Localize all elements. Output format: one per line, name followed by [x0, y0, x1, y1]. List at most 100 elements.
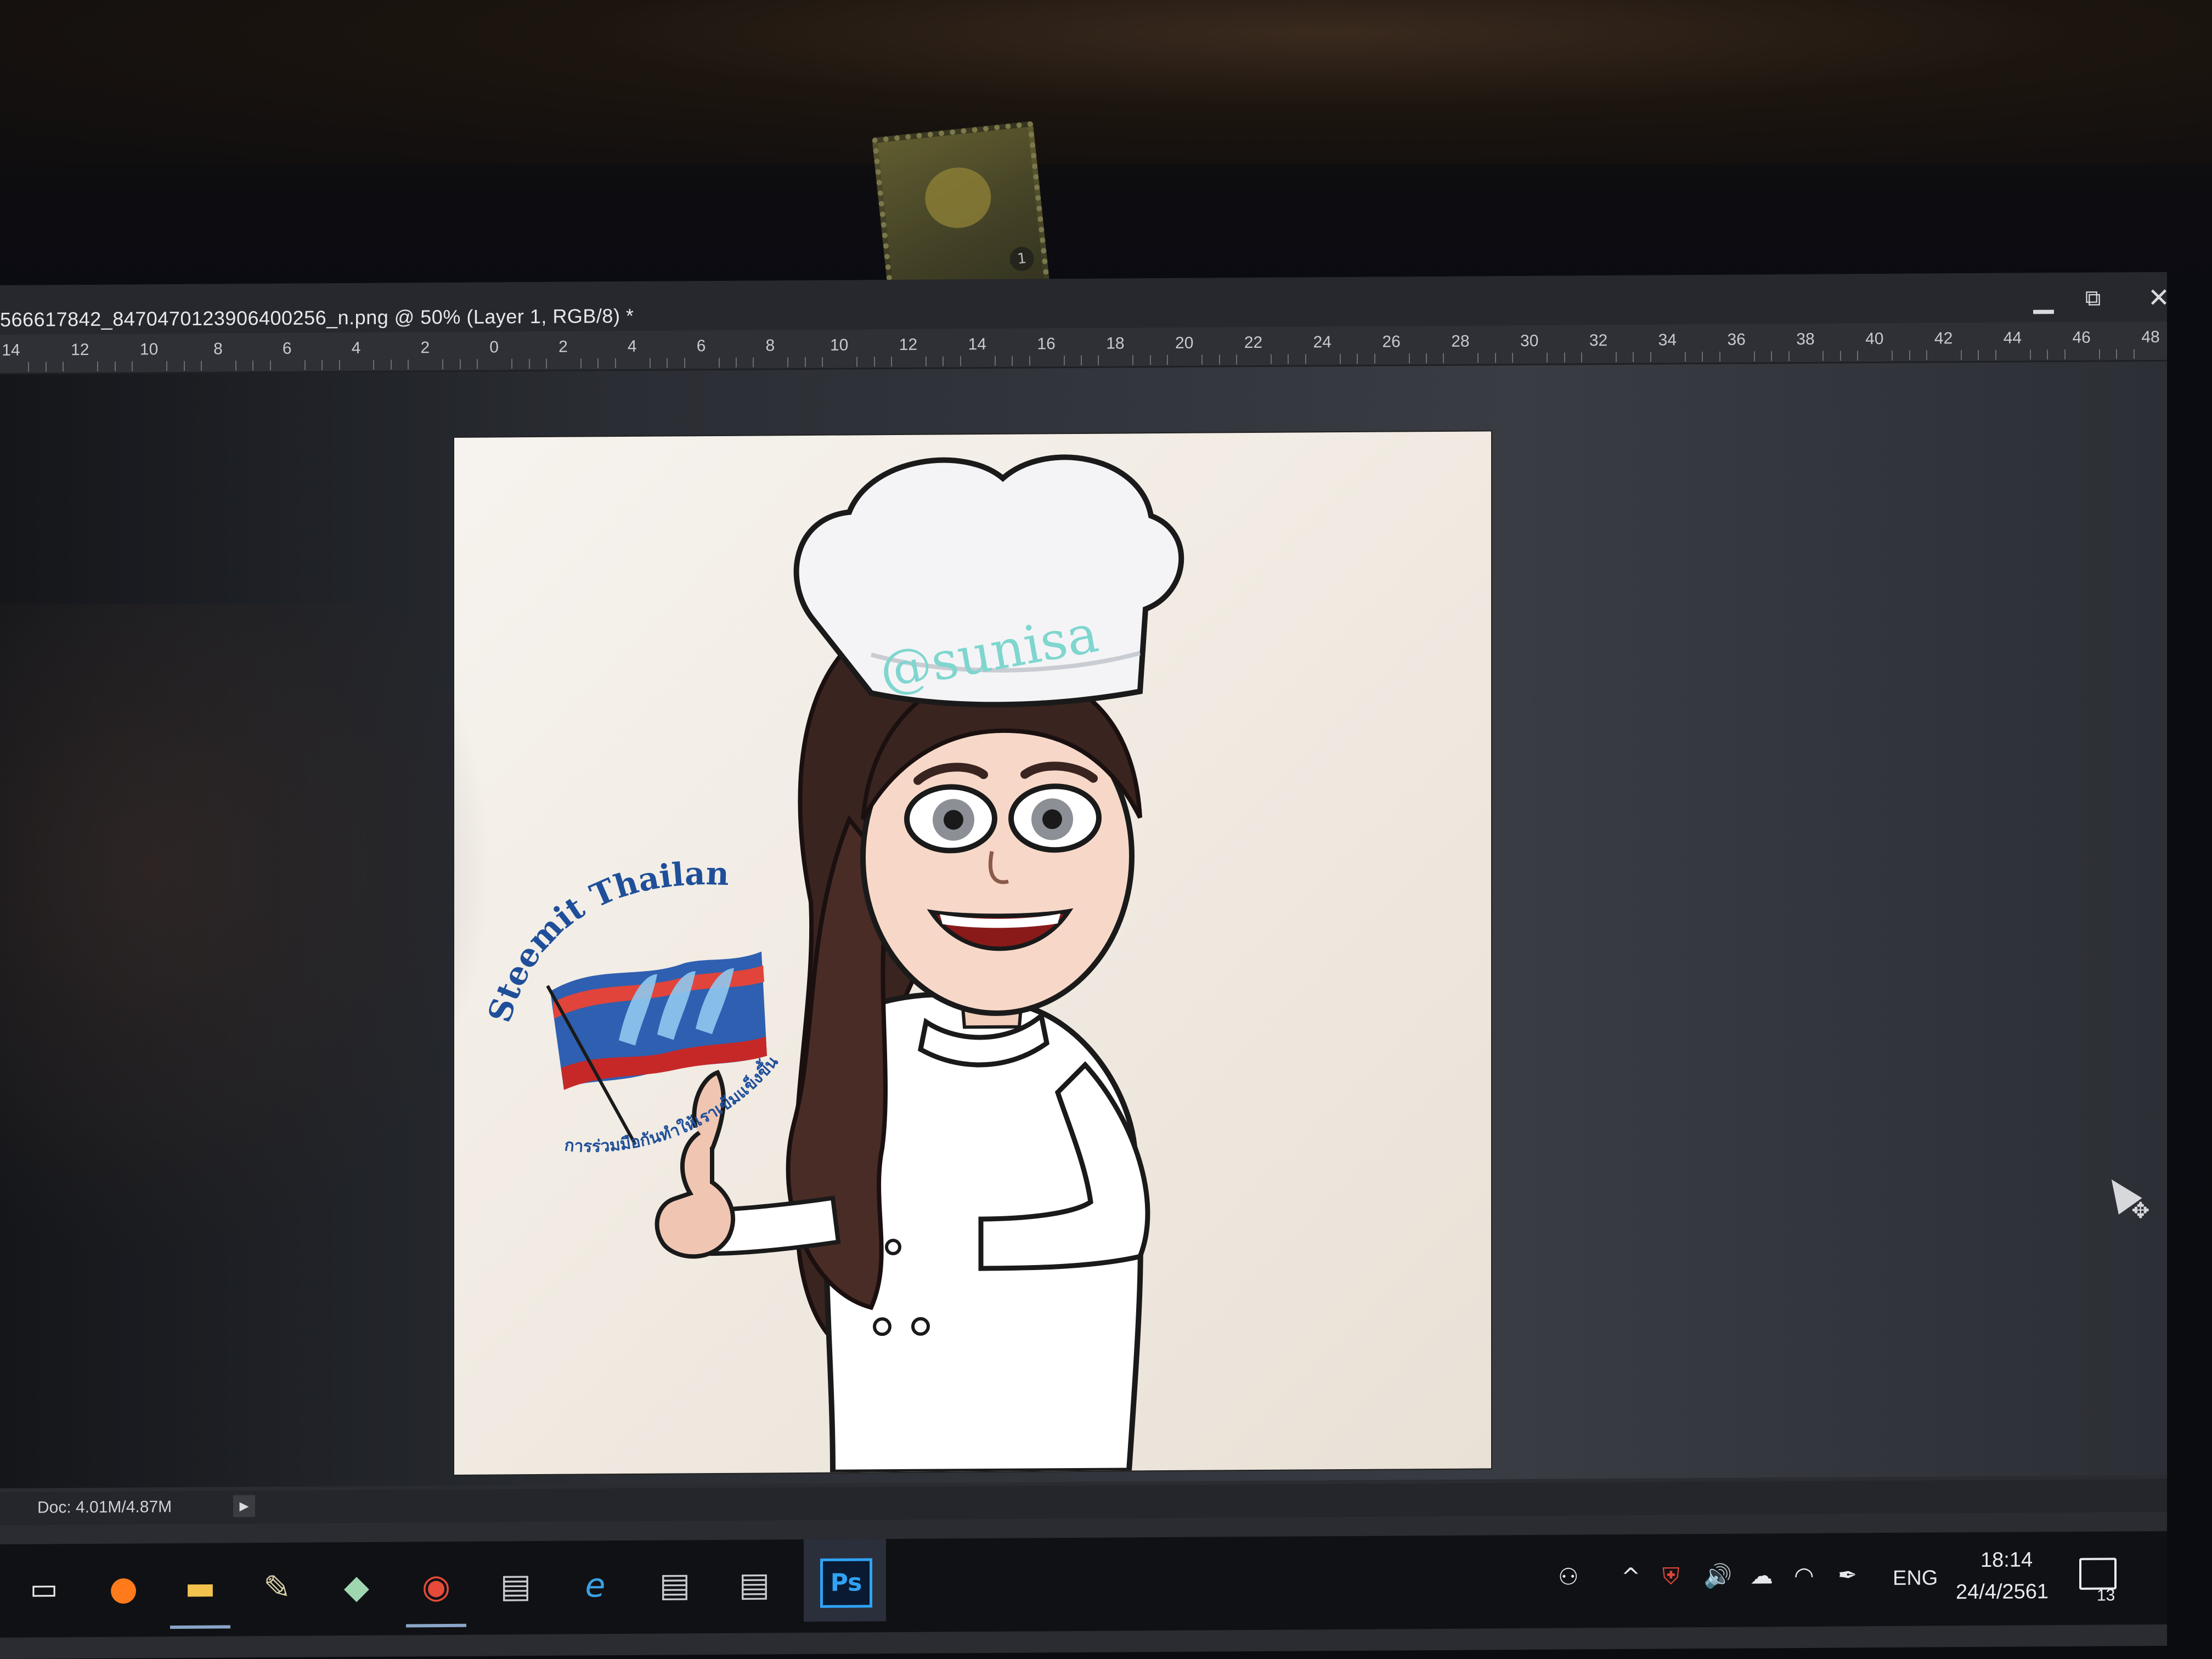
- bitmoji-chef-artwork: @sunisa Steemit Thailand การร่วมมือกันทำ…: [454, 431, 1184, 1475]
- paint-icon[interactable]: ✎: [250, 1560, 304, 1616]
- ruler-tick-label: 28: [1451, 332, 1470, 351]
- windows-taskbar: ▭ ● ▬ ✎ ◆ ◉ ▤ e ▤ ▤ Ps ⚇ ^ ⛨ 🔊 ☁ ◠ ✒ ENG…: [0, 1531, 2167, 1638]
- ruler-tick-label: 10: [139, 340, 159, 359]
- window-app-2-icon[interactable]: ▤: [647, 1558, 702, 1613]
- ruler-tick-label: 26: [1382, 332, 1401, 351]
- ruler-minor-tick: [684, 358, 685, 368]
- chrome-icon[interactable]: ◉: [409, 1559, 464, 1615]
- ruler-tick-label: 6: [282, 339, 292, 358]
- photo-of-monitor: 1 566617842_8470470123906400256_n.png @ …: [0, 0, 2212, 1659]
- ruler-tick-label: 14: [968, 335, 986, 354]
- sticker-character: [922, 164, 994, 232]
- file-explorer-icon[interactable]: ▬: [173, 1560, 228, 1616]
- photoshop-taskbar-button[interactable]: Ps: [804, 1539, 886, 1622]
- ruler-minor-tick: [338, 360, 340, 370]
- ruler-tick-label: 36: [1727, 330, 1746, 349]
- internet-explorer-icon[interactable]: e: [568, 1558, 623, 1613]
- ruler-minor-tick: [528, 359, 530, 369]
- ruler-tick-label: 30: [1520, 331, 1539, 351]
- file-explorer-active-indicator: [170, 1625, 230, 1629]
- restore-icon[interactable]: ⧉: [2074, 279, 2112, 317]
- ruler-minor-tick: [804, 357, 806, 368]
- ruler-minor-tick: [1702, 352, 1703, 362]
- security-icon[interactable]: ⛨: [1662, 1562, 1680, 1590]
- ruler-tick-label: 20: [1175, 334, 1194, 352]
- ruler-minor-tick: [45, 362, 47, 372]
- ruler-minor-tick: [1857, 351, 1859, 361]
- ruler-minor-tick: [822, 357, 823, 367]
- onedrive-icon[interactable]: ☁: [1750, 1562, 1773, 1589]
- ruler-minor-tick: [235, 360, 236, 371]
- ruler-minor-tick: [1167, 354, 1169, 365]
- ruler-minor-tick: [1926, 350, 1928, 360]
- firefox-icon[interactable]: ●: [96, 1561, 151, 1616]
- ruler-minor-tick: [1616, 352, 1617, 363]
- ruler-minor-tick: [1012, 356, 1013, 366]
- ruler-minor-tick: [1978, 349, 1979, 360]
- ruler-minor-tick: [960, 356, 961, 366]
- ruler-minor-tick: [1909, 350, 1910, 360]
- ruler-tick-label: 38: [1796, 330, 1815, 348]
- ruler-minor-tick: [1477, 353, 1479, 363]
- ruler-minor-tick: [873, 357, 875, 367]
- ruler-minor-tick: [1305, 354, 1306, 364]
- ruler-minor-tick: [787, 357, 789, 368]
- ruler-minor-tick: [925, 356, 927, 366]
- ruler-minor-tick: [1547, 352, 1548, 363]
- image-canvas[interactable]: @sunisa Steemit Thailand การร่วมมือกันทำ…: [454, 431, 1491, 1475]
- clock-time[interactable]: 18:14: [1980, 1548, 2033, 1572]
- action-center-icon[interactable]: [2079, 1558, 2117, 1590]
- doc-size-readout[interactable]: Doc: 4.01M/4.87M: [37, 1498, 172, 1517]
- ruler-minor-tick: [97, 361, 99, 371]
- ruler-minor-tick: [856, 357, 858, 367]
- task-view-icon[interactable]: ▭: [16, 1561, 71, 1617]
- ruler-minor-tick: [1218, 354, 1220, 365]
- ruler-minor-tick: [1788, 351, 1790, 362]
- ruler-minor-tick: [735, 357, 737, 368]
- show-hidden-icons-icon[interactable]: ^: [1621, 1563, 1640, 1590]
- monitor-screen: 566617842_8470470123906400256_n.png @ 50…: [0, 272, 2170, 1659]
- sticker-badge: 1: [1008, 245, 1035, 273]
- ruler-minor-tick: [1822, 351, 1824, 361]
- ruler-minor-tick: [459, 359, 461, 369]
- ruler-minor-tick: [614, 358, 616, 369]
- clock-date[interactable]: 24/4/2561: [1956, 1580, 2049, 1604]
- ruler-minor-tick: [1995, 349, 1996, 360]
- ruler-minor-tick: [1650, 352, 1651, 362]
- ruler-tick-label: 46: [2072, 328, 2091, 347]
- ruler-minor-tick: [1236, 354, 1238, 365]
- chrome-active-indicator: [406, 1623, 466, 1628]
- ruler-minor-tick: [1719, 351, 1720, 362]
- wifi-icon[interactable]: ◠: [1794, 1562, 1814, 1589]
- window-app-3-icon[interactable]: ▤: [727, 1557, 782, 1612]
- ruler-minor-tick: [2116, 349, 2118, 359]
- minimize-icon[interactable]: ▁: [2024, 279, 2063, 318]
- ruler-minor-tick: [1426, 353, 1427, 364]
- ruler-minor-tick: [1633, 352, 1634, 362]
- ruler-minor-tick: [1374, 353, 1375, 364]
- document-tab-title[interactable]: 566617842_8470470123906400256_n.png @ 50…: [0, 304, 634, 331]
- ruler-minor-tick: [63, 362, 64, 372]
- people-icon[interactable]: ⚇: [1558, 1563, 1579, 1590]
- ruler-minor-tick: [114, 361, 116, 371]
- language-indicator[interactable]: ENG: [1893, 1566, 1938, 1590]
- pen-icon[interactable]: ✒: [1838, 1561, 1857, 1588]
- status-menu-arrow-icon[interactable]: ▶: [233, 1495, 255, 1517]
- close-icon[interactable]: ✕: [2140, 279, 2178, 317]
- ruler-tick-label: 6: [696, 337, 706, 356]
- volume-icon[interactable]: 🔊: [1703, 1562, 1732, 1590]
- ruler-minor-tick: [753, 357, 754, 368]
- ruler-minor-tick: [252, 360, 254, 371]
- ruler-minor-tick: [2047, 349, 2049, 360]
- ruler-minor-tick: [408, 359, 409, 370]
- notes-icon[interactable]: ◆: [329, 1560, 384, 1615]
- ruler-minor-tick: [200, 360, 202, 371]
- ruler-minor-tick: [994, 356, 996, 366]
- photoshop-workspace[interactable]: @sunisa Steemit Thailand การร่วมมือกันทำ…: [0, 361, 2167, 1488]
- ruler-minor-tick: [321, 360, 323, 370]
- ruler-minor-tick: [1063, 356, 1065, 366]
- ruler-minor-tick: [580, 358, 582, 369]
- window-app-icon[interactable]: ▤: [488, 1559, 543, 1614]
- ruler-minor-tick: [442, 359, 444, 370]
- ruler-minor-tick: [183, 360, 185, 371]
